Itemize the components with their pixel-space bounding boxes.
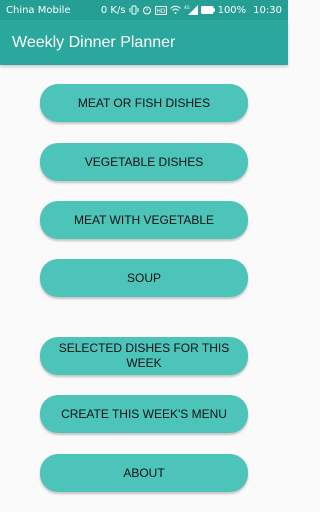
battery-icon <box>200 4 215 16</box>
signal-icon: 4G <box>184 4 198 16</box>
svg-text:HD: HD <box>156 8 166 15</box>
soup-button[interactable]: SOUP <box>40 259 248 297</box>
network-speed: 0 K/s <box>100 4 126 16</box>
vibrate-icon <box>129 4 139 16</box>
app-title: Weekly Dinner Planner <box>12 33 176 51</box>
selected-dishes-button[interactable]: SELECTED DISHES FOR THIS WEEK <box>40 337 248 375</box>
hd-icon: HD <box>154 4 167 16</box>
create-menu-button[interactable]: CREATE THIS WEEK'S MENU <box>40 395 248 433</box>
meat-or-fish-dishes-button[interactable]: MEAT OR FISH DISHES <box>40 84 248 122</box>
battery-level: 100% <box>217 4 247 16</box>
wifi-icon <box>169 4 181 16</box>
carrier-label: China Mobile <box>6 4 71 16</box>
about-button[interactable]: ABOUT <box>40 454 248 492</box>
app-bar: Weekly Dinner Planner <box>0 20 288 65</box>
meat-with-vegetable-button[interactable]: MEAT WITH VEGETABLE <box>40 201 248 239</box>
status-bar: China Mobile 0 K/s HD 4G 100% 10:30 <box>0 0 288 20</box>
alarm-icon <box>142 4 152 16</box>
signal-network-label: 4G <box>184 5 190 10</box>
vegetable-dishes-button[interactable]: VEGETABLE DISHES <box>40 143 248 181</box>
clock: 10:30 <box>253 4 282 16</box>
